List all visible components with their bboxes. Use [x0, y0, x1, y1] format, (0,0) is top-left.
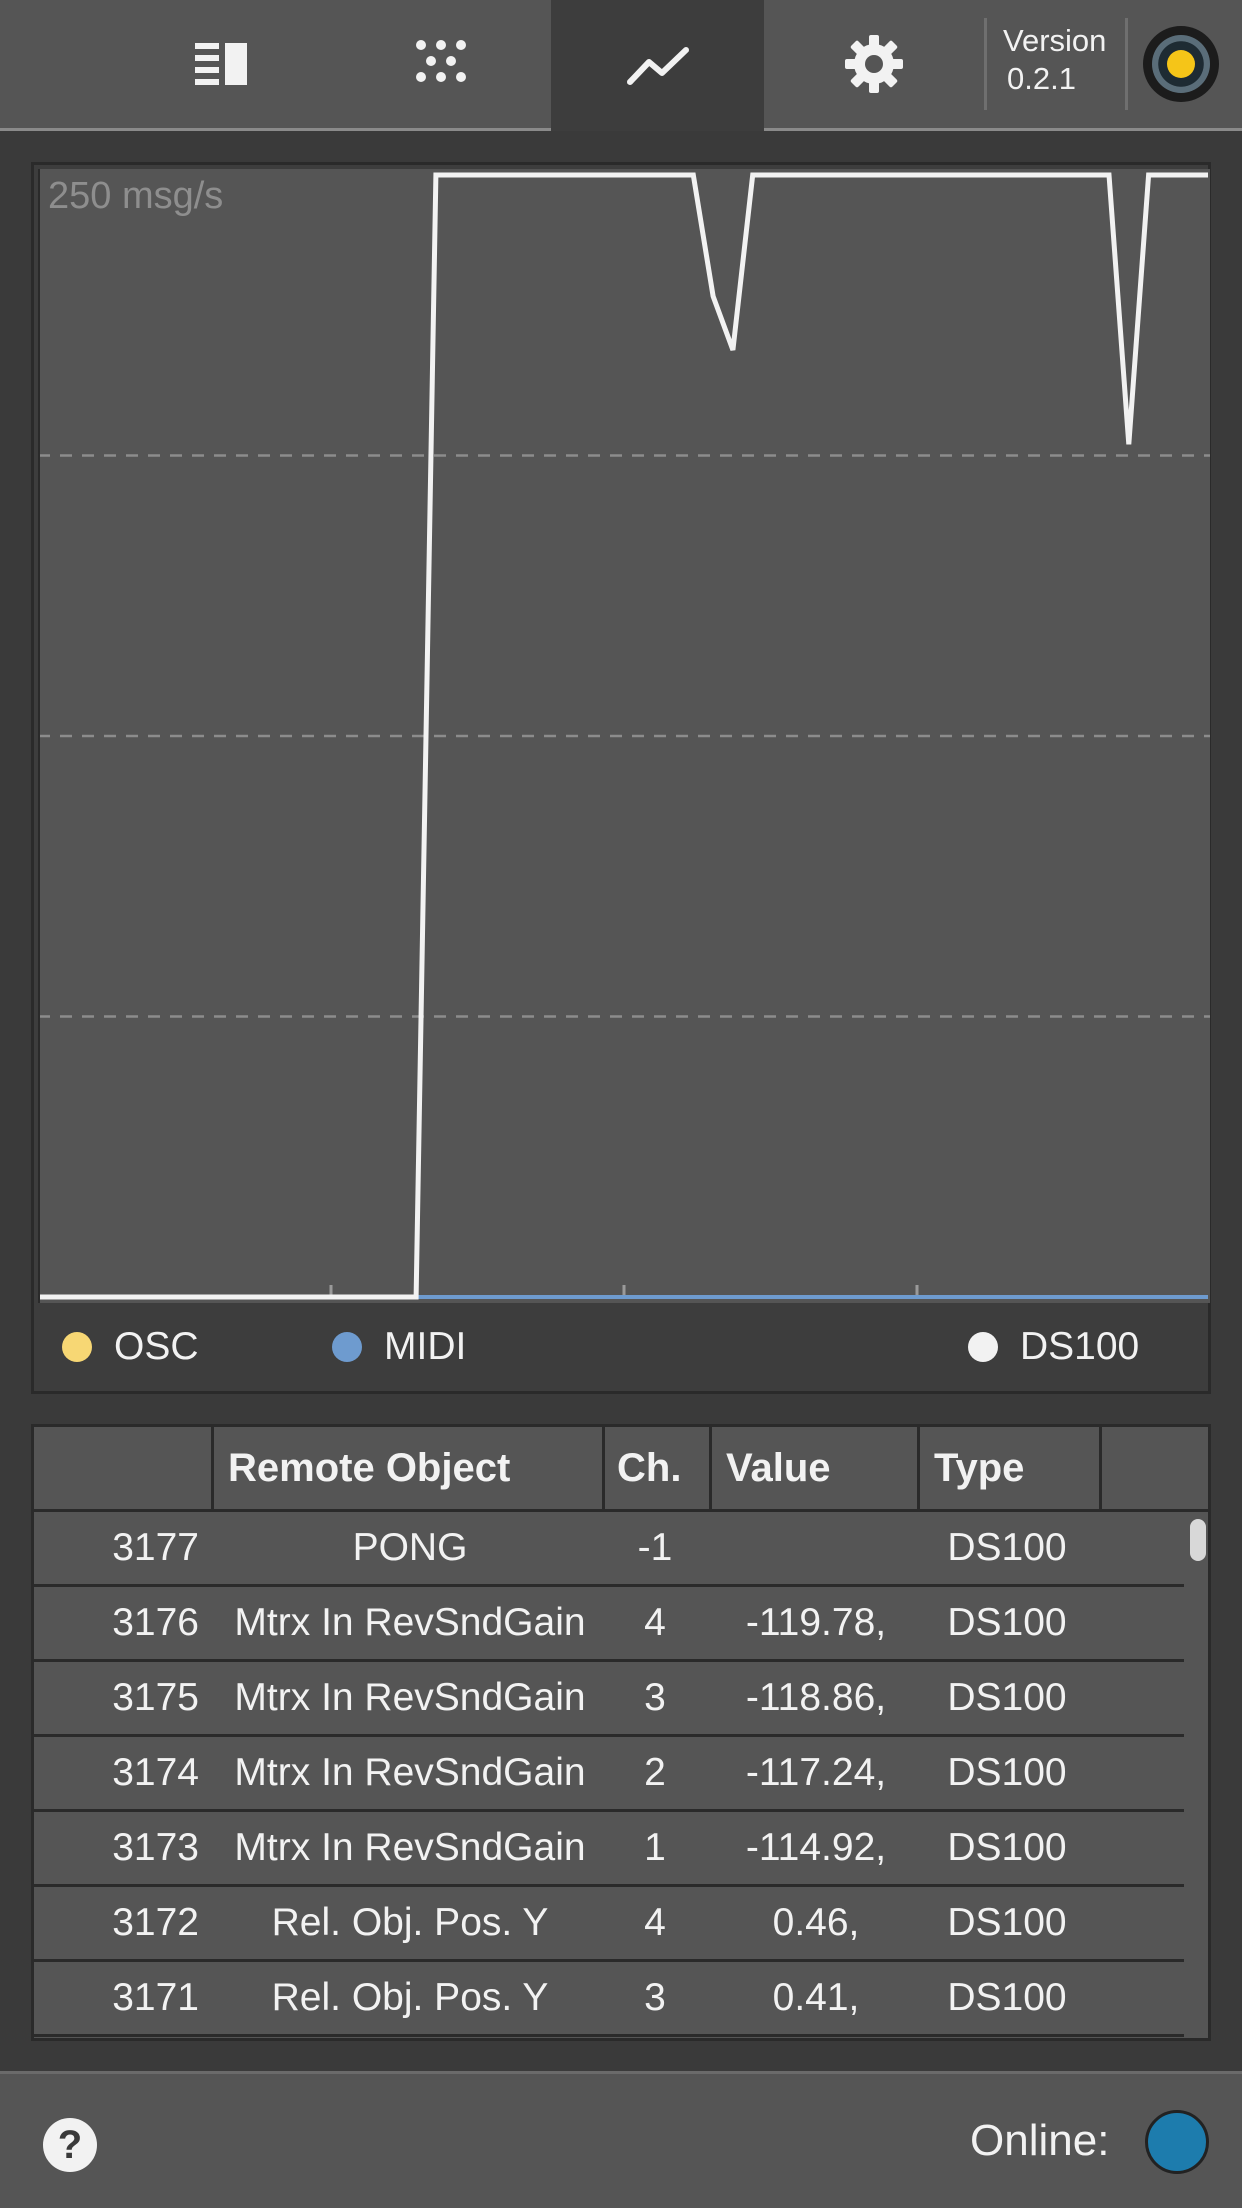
- version-label: Version: [1003, 23, 1107, 58]
- row-remote-object: Mtrx In RevSndGain: [234, 1826, 586, 1869]
- legend-item-ds100: DS100: [968, 1325, 1139, 1369]
- row-channel: 2: [644, 1751, 666, 1794]
- table-row[interactable]: 3172 Rel. Obj. Pos. Y 4 0.46, DS100: [34, 1887, 1184, 1962]
- row-remote-object: Rel. Obj. Pos. Y: [271, 1976, 549, 2019]
- legend-label: OSC: [114, 1325, 199, 1368]
- status-led-ring: [1152, 35, 1210, 93]
- row-value: [712, 1512, 920, 1584]
- row-id: 3171: [112, 1976, 199, 2019]
- row-channel: 3: [644, 1976, 666, 2019]
- row-channel: -1: [637, 1526, 673, 1569]
- message-table: Remote Object Ch. Value Type 3177 PONG -1 D…: [31, 1424, 1211, 2041]
- legend-ds100-dot: [968, 1332, 998, 1362]
- rate-label: 250 msg/s: [48, 175, 224, 217]
- legend-osc-dot: [62, 1332, 92, 1362]
- row-type: DS100: [947, 1751, 1067, 1794]
- row-channel: 4: [644, 1901, 666, 1944]
- gear-icon: [844, 35, 903, 93]
- row-remote-object: Mtrx In RevSndGain: [234, 1676, 586, 1719]
- list-icon: [194, 43, 247, 85]
- row-id: 3172: [112, 1901, 199, 1944]
- row-type: DS100: [947, 1676, 1067, 1719]
- column-header-extra: [1102, 1427, 1208, 1509]
- column-header-type[interactable]: Type: [920, 1427, 1102, 1509]
- table-scrollbar[interactable]: [1190, 1519, 1206, 1561]
- row-remote-object: Mtrx In RevSndGain: [234, 1601, 586, 1644]
- row-value: 0.41,: [772, 1976, 860, 2019]
- row-id: 3174: [112, 1751, 199, 1794]
- row-value: -119.78,: [745, 1601, 887, 1644]
- row-id: 3173: [112, 1826, 199, 1869]
- table-header: Remote Object Ch. Value Type: [34, 1427, 1208, 1512]
- tab-table-view[interactable]: [118, 0, 331, 128]
- row-value: -117.24,: [745, 1751, 887, 1794]
- row-id: 3176: [112, 1601, 199, 1644]
- row-channel: 3: [644, 1676, 666, 1719]
- row-channel: 4: [644, 1601, 666, 1644]
- legend-item-osc: OSC: [62, 1325, 199, 1369]
- status-led-button[interactable]: [1143, 26, 1219, 102]
- tab-statistics[interactable]: [551, 0, 764, 131]
- row-remote-object: Rel. Obj. Pos. Y: [271, 1901, 549, 1944]
- column-header-channel[interactable]: Ch.: [605, 1427, 712, 1509]
- table-row[interactable]: 3174 Mtrx In RevSndGain 2 -117.24, DS100: [34, 1737, 1184, 1812]
- row-remote-object: PONG: [352, 1526, 468, 1569]
- row-id: 3175: [112, 1676, 199, 1719]
- row-id: 3177: [112, 1526, 199, 1569]
- row-type: DS100: [947, 1526, 1067, 1569]
- online-label: Online:: [970, 2116, 1110, 2165]
- plot-area: 250 msg/s: [38, 169, 1210, 1303]
- version-info: Version 0.2.1: [1003, 22, 1123, 98]
- legend-midi-dot: [332, 1332, 362, 1362]
- statistics-chart-panel: 250 msg/s OSC MIDI DS100: [31, 162, 1211, 1394]
- status-led-dot: [1167, 50, 1195, 78]
- row-channel: 1: [644, 1826, 666, 1869]
- table-row[interactable]: 3177 PONG -1 DS100: [34, 1512, 1184, 1587]
- row-value: -114.92,: [745, 1826, 887, 1869]
- column-header-id[interactable]: [34, 1427, 214, 1509]
- table-row[interactable]: 3171 Rel. Obj. Pos. Y 3 0.41, DS100: [34, 1962, 1184, 2037]
- row-value: -118.86,: [745, 1676, 887, 1719]
- line-chart-icon: [626, 46, 689, 85]
- row-value: 0.46,: [772, 1901, 860, 1944]
- legend-item-midi: MIDI: [332, 1325, 466, 1369]
- table-row[interactable]: 3176 Mtrx In RevSndGain 4 -119.78, DS100: [34, 1587, 1184, 1662]
- version-number: 0.2.1: [1007, 61, 1076, 96]
- table-body[interactable]: 3177 PONG -1 DS100 3176 Mtrx In RevSndGain 4 -1…: [34, 1512, 1184, 2037]
- table-row[interactable]: 3173 Mtrx In RevSndGain 1 -114.92, DS100: [34, 1812, 1184, 1887]
- help-button[interactable]: ?: [43, 2118, 97, 2172]
- dots-grid-icon: [415, 40, 466, 82]
- table-row[interactable]: 3175 Mtrx In RevSndGain 3 -118.86, DS100: [34, 1662, 1184, 1737]
- legend-label: MIDI: [384, 1325, 467, 1368]
- row-type: DS100: [947, 1601, 1067, 1644]
- column-header-value[interactable]: Value: [712, 1427, 920, 1509]
- chart-legend: OSC MIDI DS100: [34, 1303, 1208, 1391]
- footer-bar: ? Online:: [0, 2071, 1242, 2208]
- legend-label: DS100: [1020, 1325, 1140, 1368]
- top-tab-bar: Version 0.2.1: [0, 0, 1242, 131]
- row-remote-object: Mtrx In RevSndGain: [234, 1751, 586, 1794]
- row-type: DS100: [947, 1826, 1067, 1869]
- divider: [984, 18, 987, 110]
- tab-settings[interactable]: [767, 0, 980, 128]
- traffic-line-chart: [38, 169, 1210, 1303]
- divider: [1125, 18, 1128, 110]
- row-type: DS100: [947, 1976, 1067, 2019]
- column-header-remote-object[interactable]: Remote Object: [214, 1427, 605, 1509]
- tab-sound-objects[interactable]: [334, 0, 547, 128]
- online-toggle-button[interactable]: [1145, 2110, 1209, 2174]
- row-type: DS100: [947, 1901, 1067, 1944]
